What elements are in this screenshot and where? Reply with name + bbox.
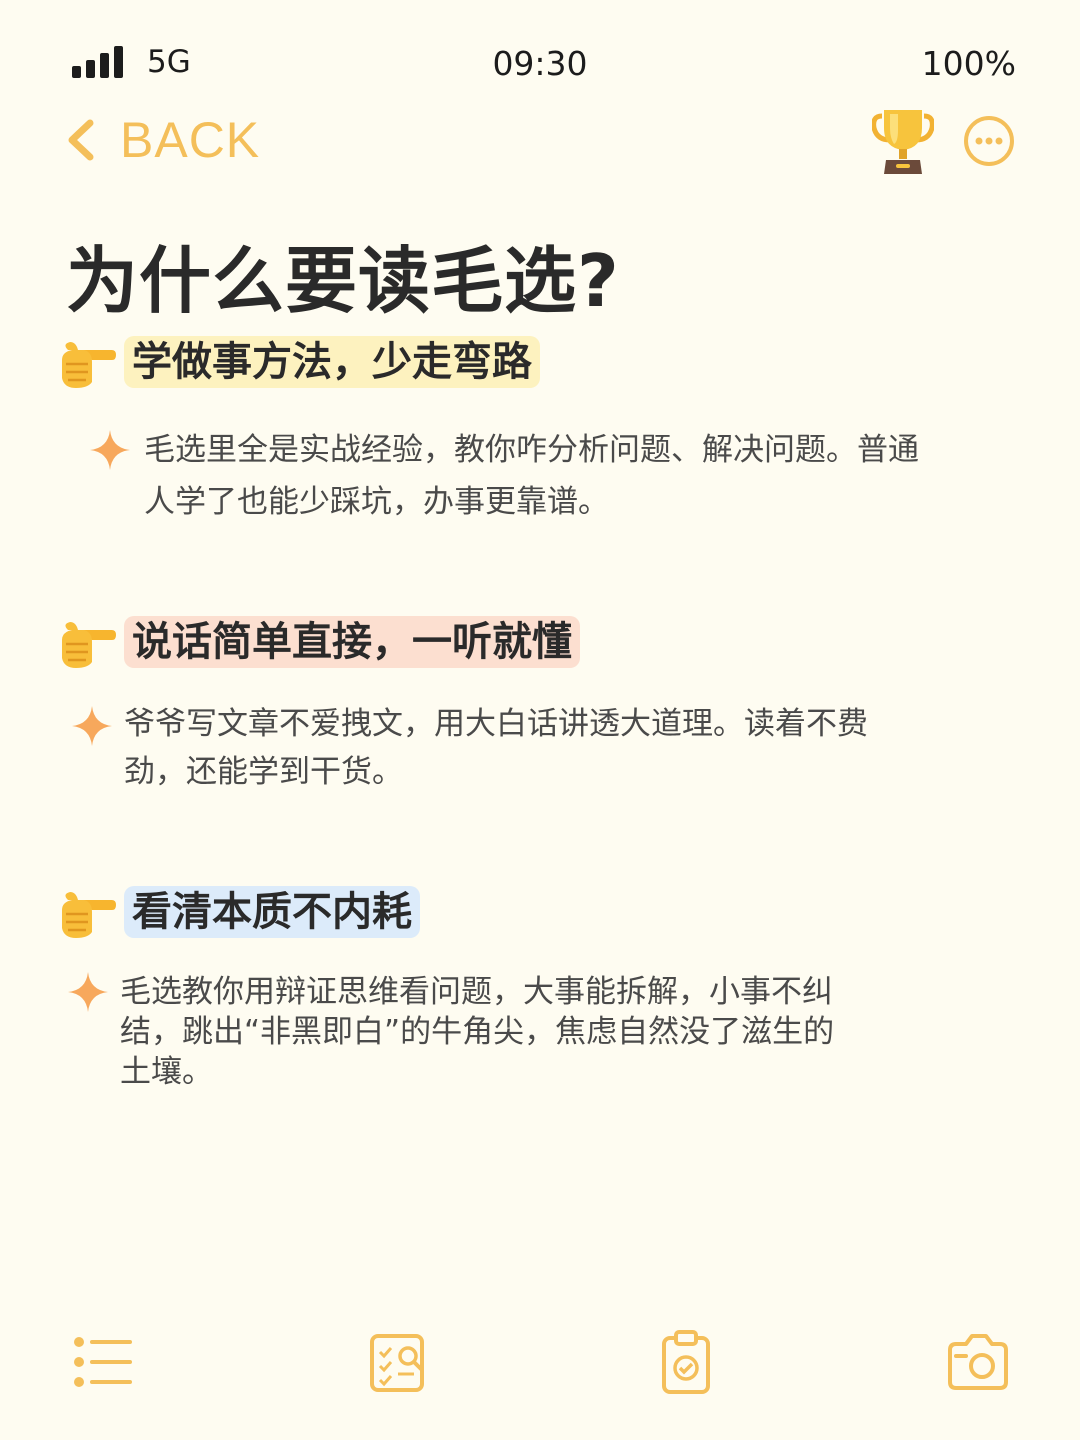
body-line: 毛选里全是实战经验，教你咋分析问题、解决问题。普通 (144, 432, 919, 468)
pointing-hand-icon (62, 622, 116, 668)
section-body: 爷爷写文章不爱拽文，用大白话讲透大道理。读着不费 劲，还能学到干货。 (124, 700, 964, 796)
section-body: 毛选教你用辩证思维看问题，大事能拆解，小事不纠 结，跳出“非黑即白”的牛角尖，焦… (120, 972, 980, 1092)
body-line: 毛选教你用辩证思维看问题，大事能拆解，小事不纠 (120, 974, 833, 1010)
page-title: 为什么要读毛选? (66, 239, 620, 323)
clock: 09:30 (492, 44, 588, 83)
checklist-search-icon[interactable] (366, 1330, 430, 1394)
sparkle-icon (72, 706, 112, 746)
status-bar: 5G 09:30 100% (0, 40, 1080, 90)
clipboard-check-icon[interactable] (654, 1330, 718, 1394)
sparkle-icon (68, 972, 108, 1012)
section-heading: 说话简单直接，一听就懂 (124, 616, 580, 668)
underlined-text: 劲，还能学到干货。 (124, 754, 403, 790)
body-line: 劲，还能学到干货。 (124, 748, 964, 796)
section-body: 毛选里全是实战经验，教你咋分析问题、解决问题。普通 人学了也能少踩坑，办事更靠谱… (144, 424, 984, 528)
back-label: BACK (120, 112, 261, 168)
list-icon[interactable] (70, 1330, 134, 1394)
body-line: 结，跳出“非黑即白”的牛角尖，焦虑自然没了滋生的 (120, 1014, 835, 1050)
body-line: 爷爷写文章不爱拽文，用大白话讲透大道理。读着不费 (124, 700, 964, 748)
nav-bar: BACK (0, 108, 1080, 178)
pointing-hand-icon (62, 342, 116, 388)
back-button[interactable]: BACK (62, 108, 260, 172)
section-heading: 看清本质不内耗 (124, 886, 420, 938)
underlined-text: 爷爷写文章不爱拽文，用大白话讲透大道理。读着不费 (124, 706, 868, 742)
camera-icon[interactable] (946, 1330, 1010, 1394)
trophy-icon[interactable] (872, 108, 934, 176)
body-line: 人学了也能少踩坑，办事更靠谱。 (144, 484, 609, 520)
body-line: 土壤。 (120, 1054, 213, 1090)
pointing-hand-icon (62, 892, 116, 938)
bottom-tab-bar (0, 1330, 1080, 1400)
more-icon (964, 116, 1014, 166)
section-heading: 学做事方法，少走弯路 (124, 336, 540, 388)
battery-level: 100% (921, 44, 1016, 83)
chevron-left-icon (68, 119, 94, 161)
sparkle-icon (90, 430, 130, 470)
